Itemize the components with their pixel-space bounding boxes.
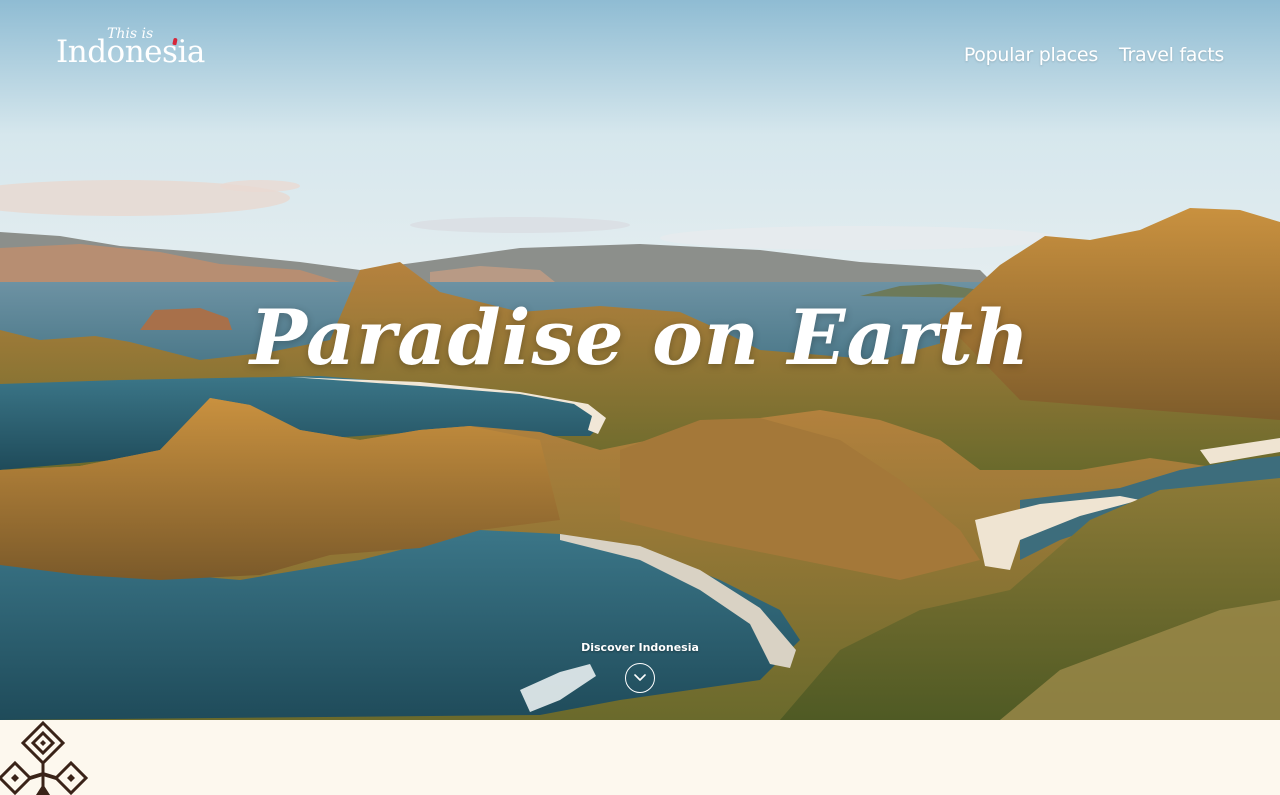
hero-headline: Paradise on Earth (249, 293, 1031, 382)
nav-link-popular-places[interactable]: Popular places (964, 43, 1098, 67)
discover-section: Discover Indonesia (540, 640, 740, 693)
scroll-down-button[interactable] (625, 663, 655, 693)
site-logo[interactable]: This is Indonesia (56, 26, 206, 70)
nav-link-travel-facts[interactable]: Travel facts (1119, 43, 1224, 67)
chevron-down-icon (634, 674, 646, 681)
top-navigation-bar: This is Indonesia Popular places Travel … (0, 0, 1280, 110)
tribal-diamond-ornament-icon (0, 720, 89, 795)
logo-main-text: Indonesia (56, 34, 205, 70)
content-band (0, 720, 1280, 795)
main-nav: Popular places Travel facts (964, 43, 1224, 67)
discover-label[interactable]: Discover Indonesia (540, 640, 740, 656)
hero-section: This is Indonesia Popular places Travel … (0, 0, 1280, 720)
